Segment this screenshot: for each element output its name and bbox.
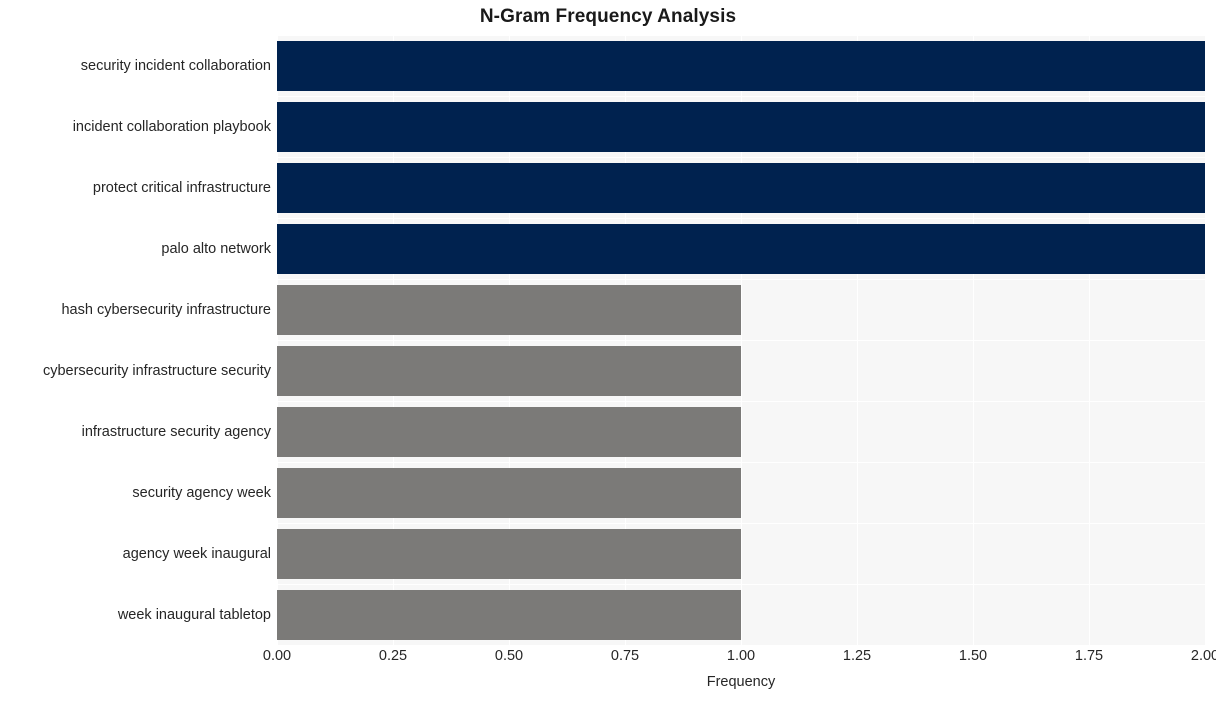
bar — [277, 284, 741, 335]
x-axis-tick-label: 0.00 — [262, 648, 292, 664]
y-axis-tick-label: cybersecurity infrastructure security — [42, 362, 271, 379]
x-axis-tick-label: 1.00 — [726, 648, 756, 664]
bar — [277, 101, 1205, 152]
x-axis-tick-label: 1.50 — [958, 648, 988, 664]
x-axis-tick-label: 0.50 — [494, 648, 524, 664]
y-axis-tick-label: security incident collaboration — [80, 57, 271, 74]
y-axis-tick-label: hash cybersecurity infrastructure — [61, 301, 271, 318]
bar — [277, 223, 1205, 274]
y-axis-tick-label: palo alto network — [161, 240, 271, 257]
y-axis-tick-label: security agency week — [132, 484, 271, 501]
bar — [277, 345, 741, 396]
x-axis-label: Frequency — [706, 674, 776, 690]
x-axis-tick-label: 2.00 — [1190, 648, 1216, 664]
x-axis-tick-label: 1.25 — [842, 648, 872, 664]
x-axis-tick-labels: 0.00 0.25 0.50 0.75 1.00 1.25 1.50 1.75 2.00 — [263, 648, 1216, 672]
chart-title: N-Gram Frequency Analysis — [479, 6, 737, 27]
x-axis-tick-label: 0.25 — [378, 648, 408, 664]
bar — [277, 467, 741, 518]
bars-group — [277, 35, 1205, 645]
bar — [277, 162, 1205, 213]
bar — [277, 406, 741, 457]
bar — [277, 528, 741, 579]
bar — [277, 589, 741, 640]
y-axis-tick-label: agency week inaugural — [122, 545, 271, 562]
y-axis-tick-label: infrastructure security agency — [81, 423, 271, 440]
bar — [277, 40, 1205, 91]
y-axis-tick-label: week inaugural tabletop — [117, 606, 271, 623]
y-axis-tick-labels: security incident collaboration incident … — [0, 35, 271, 645]
y-axis-tick-label: incident collaboration playbook — [72, 118, 271, 135]
x-axis-tick-label: 1.75 — [1074, 648, 1104, 664]
plot-area — [277, 35, 1205, 645]
chart-figure: N-Gram Frequency Analysis security incid… — [0, 0, 1216, 701]
x-axis-tick-label: 0.75 — [610, 648, 640, 664]
y-axis-tick-label: protect critical infrastructure — [92, 179, 271, 196]
